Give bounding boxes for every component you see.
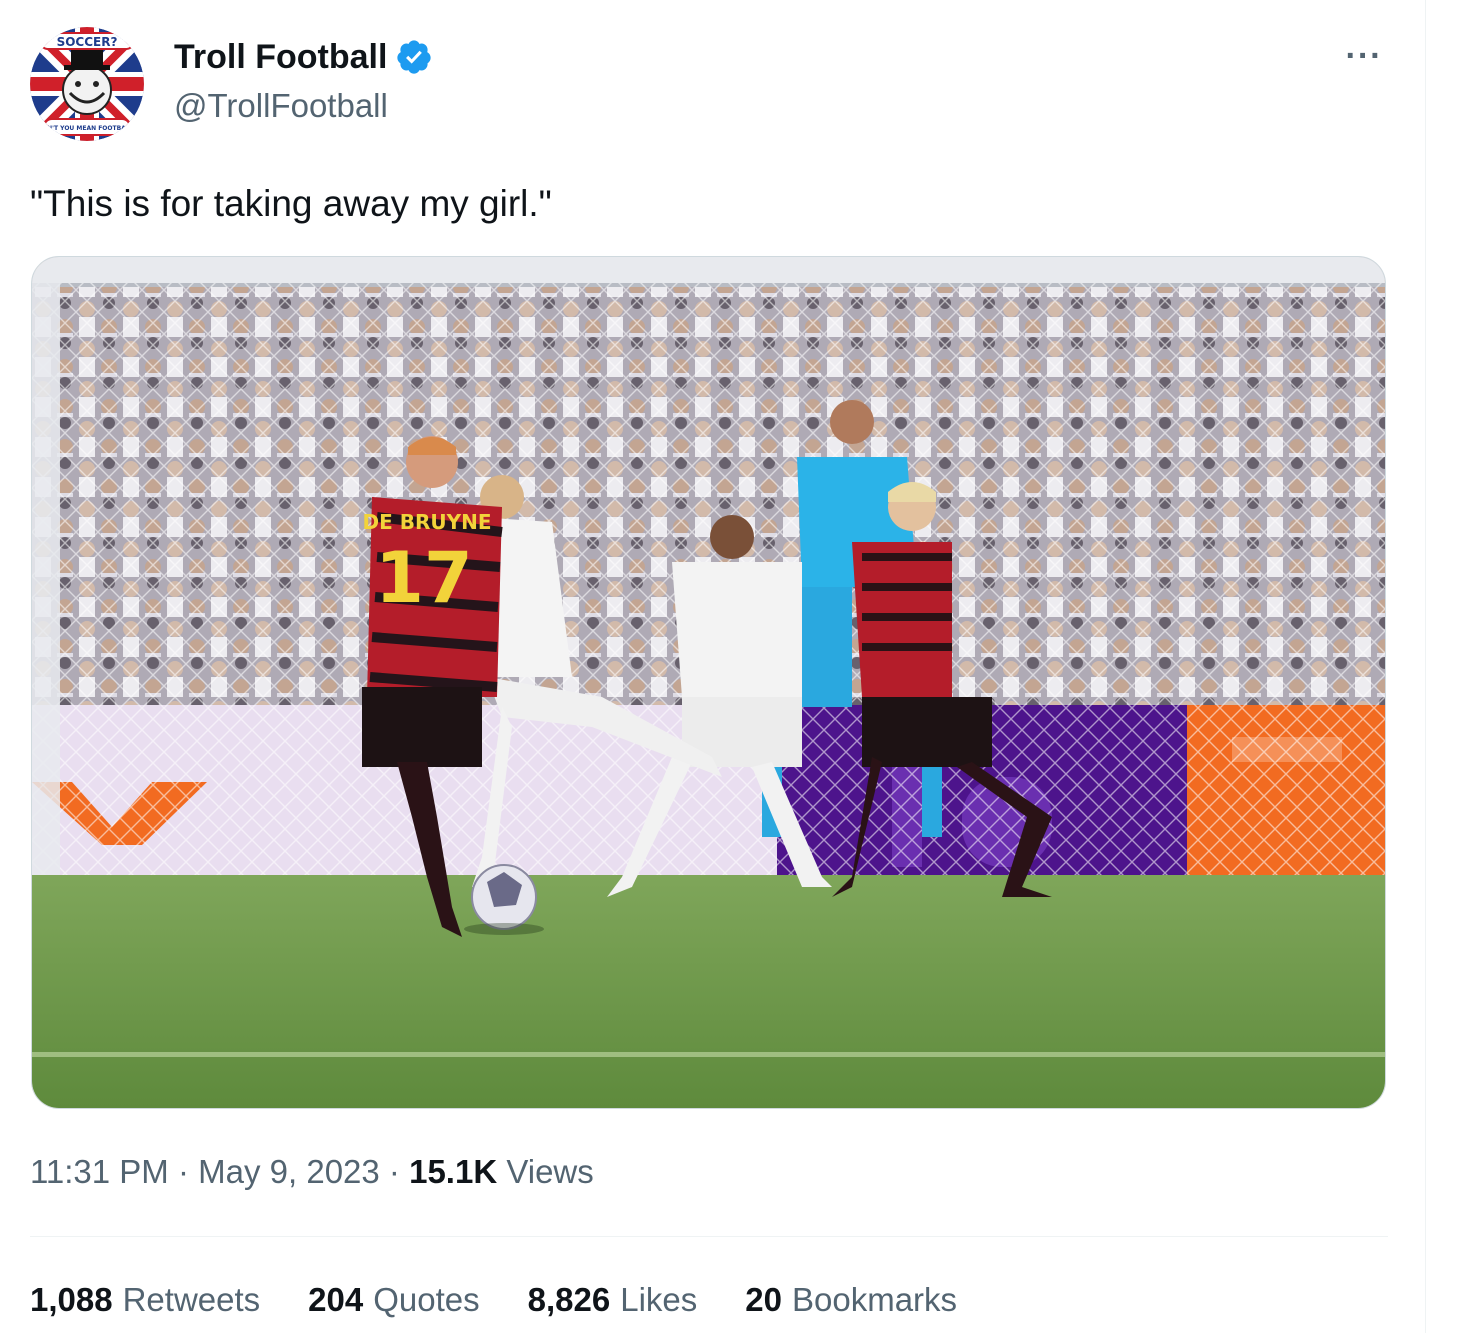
views-count: 15.1K [409, 1153, 498, 1190]
player-name-on-shirt: DE BRUYNE [363, 510, 492, 534]
quotes-label: Quotes [373, 1281, 480, 1318]
retweets-count: 1,088 [30, 1281, 113, 1318]
tweet-stats: 1,088 Retweets 204 Quotes 8,826 Likes 20 Boo… [30, 1278, 957, 1322]
tweet-media-video[interactable]: DE BRUYNE 17 [31, 256, 1386, 1109]
likes-count: 8,826 [527, 1281, 611, 1318]
views-label: Views [506, 1153, 594, 1190]
meta-separator: · [379, 1153, 410, 1190]
retweets-stat[interactable]: 1,088 Retweets [30, 1278, 260, 1322]
author-display-name[interactable]: Troll Football [174, 36, 387, 78]
tweet-text: "This is for taking away my girl." [30, 183, 552, 224]
author-avatar[interactable]: SOCCER? DON'T YOU MEAN FOOTBALL? [30, 27, 144, 141]
more-options-button[interactable]: ··· [1340, 38, 1388, 74]
quotes-count: 204 [308, 1281, 364, 1318]
tweet-meta: 11:31 PM · May 9, 2023 · 15.1K Views [30, 1150, 594, 1194]
more-options-icon: ··· [1345, 37, 1383, 75]
author-handle[interactable]: @TrollFootball [174, 86, 388, 126]
verified-badge-icon [395, 38, 433, 76]
divider [30, 1236, 1388, 1237]
player-number-on-shirt: 17 [375, 537, 472, 619]
likes-stat[interactable]: 8,826 Likes [528, 1278, 698, 1322]
tweet-time[interactable]: 11:31 PM [30, 1153, 169, 1190]
avatar-bottom-text: DON'T YOU MEAN FOOTBALL? [37, 125, 137, 132]
quotes-stat[interactable]: 204 Quotes [308, 1278, 479, 1322]
likes-label: Likes [620, 1281, 698, 1318]
column-divider [1425, 0, 1426, 1333]
bookmarks-stat[interactable]: 20 Bookmarks [745, 1278, 957, 1322]
meta-separator: · [168, 1153, 199, 1190]
bookmarks-label: Bookmarks [791, 1281, 958, 1318]
author-display-name-row[interactable]: Troll Football [174, 36, 433, 78]
retweets-label: Retweets [122, 1281, 261, 1318]
tweet-date[interactable]: May 9, 2023 [198, 1153, 380, 1190]
avatar-top-text: SOCCER? [57, 35, 118, 49]
bookmarks-count: 20 [745, 1281, 782, 1318]
